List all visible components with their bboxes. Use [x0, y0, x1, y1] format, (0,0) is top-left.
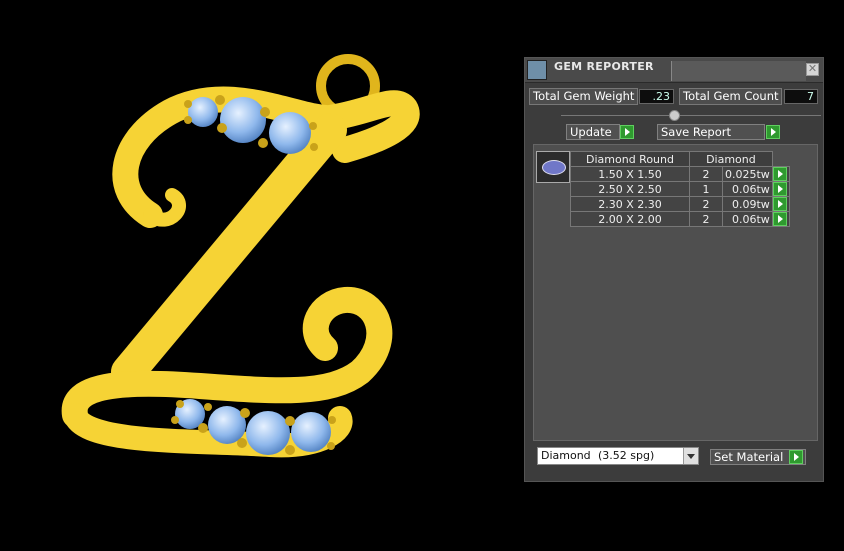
gem-size: 2.50 X 2.50	[570, 181, 690, 197]
gem-stone	[246, 411, 290, 455]
material-select[interactable]: Diamond (3.52 spg)	[537, 447, 699, 465]
material-spg: (3.52 spg)	[598, 449, 655, 462]
gem-stone	[220, 97, 266, 143]
update-arrow-icon[interactable]	[620, 125, 634, 139]
gem-weight: 0.06tw	[722, 211, 773, 227]
gem-stone	[291, 412, 331, 452]
gem-weight: 0.025tw	[722, 166, 773, 182]
window-title: GEM REPORTER	[554, 60, 654, 73]
gem-weight: 0.09tw	[722, 196, 773, 212]
save-report-button[interactable]: Save Report	[657, 124, 765, 140]
chevron-down-icon[interactable]	[683, 448, 698, 464]
save-report-arrow-icon[interactable]	[766, 125, 780, 139]
gem-size: 2.30 X 2.30	[570, 196, 690, 212]
update-button[interactable]: Update	[566, 124, 620, 140]
gem-table: Diamond Round Diamond 1.50 X 1.50 2 0.02…	[570, 151, 790, 227]
gem-count: 2	[689, 211, 723, 227]
gem-stone	[269, 112, 311, 154]
gem-count: 2	[689, 196, 723, 212]
gem-size: 1.50 X 1.50	[570, 166, 690, 182]
collapse-handle[interactable]	[669, 110, 680, 121]
total-gem-weight-value: .23	[639, 89, 674, 104]
title-bar[interactable]: GEM REPORTER ✕	[525, 58, 823, 83]
total-gem-count-value: 7	[784, 89, 818, 104]
table-row[interactable]: 2.00 X 2.00 2 0.06tw	[570, 211, 790, 227]
row-arrow-icon[interactable]	[772, 167, 787, 181]
set-material-arrow-icon[interactable]	[789, 450, 803, 464]
total-gem-count-label: Total Gem Count	[679, 88, 782, 105]
gem-list-area: Diamond Round Diamond 1.50 X 1.50 2 0.02…	[533, 144, 818, 441]
row-arrow-icon[interactable]	[772, 212, 787, 226]
table-row[interactable]: 2.50 X 2.50 1 0.06tw	[570, 181, 790, 197]
total-gem-weight-label: Total Gem Weight	[529, 88, 638, 105]
diamond-round-thumbnail-icon[interactable]	[536, 151, 570, 183]
row-arrow-icon[interactable]	[772, 197, 787, 211]
gem-count: 1	[689, 181, 723, 197]
material-name: Diamond	[541, 449, 591, 462]
gem-stone	[188, 97, 218, 127]
gem-material-header: Diamond	[689, 151, 773, 167]
panel-divider	[561, 115, 821, 116]
gem-count: 2	[689, 166, 723, 182]
gem-shape-header: Diamond Round	[570, 151, 690, 167]
row-arrow-icon[interactable]	[772, 182, 787, 196]
gem-reporter-icon	[527, 60, 547, 80]
table-row[interactable]: 1.50 X 1.50 2 0.025tw	[570, 166, 790, 182]
gem-weight: 0.06tw	[722, 181, 773, 197]
table-row[interactable]: 2.30 X 2.30 2 0.09tw	[570, 196, 790, 212]
gem-size: 2.00 X 2.00	[570, 211, 690, 227]
render-viewport	[61, 54, 420, 458]
gem-reporter-panel: GEM REPORTER ✕ Total Gem Weight .23 Tota…	[524, 57, 824, 482]
close-icon[interactable]: ✕	[806, 63, 819, 76]
